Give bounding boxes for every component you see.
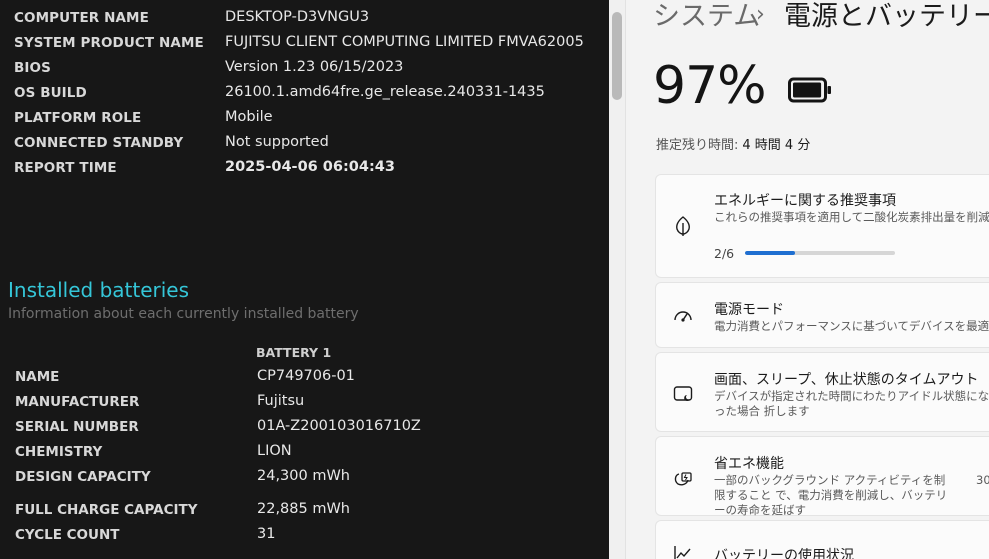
report-key: CONNECTED STANDBY <box>14 135 184 151</box>
gauge-icon <box>674 311 692 322</box>
battery-key: MANUFACTURER <box>15 394 140 410</box>
battery-key: SERIAL NUMBER <box>15 419 139 435</box>
battery-percentage: 97% <box>653 56 767 116</box>
report-key: OS BUILD <box>14 85 87 101</box>
battery-row-serial-number: SERIAL NUMBER 01A-Z200103016710Z <box>0 418 609 444</box>
breadcrumb-current: 電源とバッテリー <box>784 1 989 32</box>
card-title: エネルギーに関する推奨事項 <box>714 193 896 209</box>
card-subtitle: これらの推奨事項を適用して二酸化炭素排出量を削減す <box>714 210 989 224</box>
screen-sleep-timeout-card[interactable]: 画面、スリープ、休止状態のタイムアウト デバイスが指定された時間にわたりアイドル… <box>655 352 989 432</box>
report-value: Mobile <box>225 109 273 125</box>
card-subtitle: 一部のバックグラウンド アクティビティを制限すること で、電力消費を削減し、バッ… <box>714 473 948 517</box>
battery-usage-card[interactable]: バッテリーの使用状況 <box>655 520 989 559</box>
report-key: BIOS <box>14 60 51 76</box>
breadcrumb-parent-system[interactable]: システム <box>653 1 760 32</box>
report-value: 2025-04-06 06:04:43 <box>225 159 395 175</box>
battery-row-name: NAME CP749706-01 <box>0 368 609 394</box>
report-value: DESKTOP-D3VNGU3 <box>225 9 370 25</box>
report-value: FUJITSU CLIENT COMPUTING LIMITED FMVA620… <box>225 34 584 50</box>
report-row-system-product-name: SYSTEM PRODUCT NAME FUJITSU CLIENT COMPU… <box>0 34 609 60</box>
battery-row-manufacturer: MANUFACTURER Fujitsu <box>0 393 609 419</box>
energy-saver-threshold: 30 <box>976 473 989 487</box>
report-scrollbar[interactable] <box>609 0 626 559</box>
battery-key: NAME <box>15 369 60 385</box>
power-mode-card[interactable]: 電源モード 電力消費とパフォーマンスに基づいてデバイスを最適化 <box>655 282 989 348</box>
battery-row-chemistry: CHEMISTRY LION <box>0 443 609 469</box>
battery-row-design-capacity: DESIGN CAPACITY 24,300 mWh <box>0 468 609 494</box>
battery-row-cycle-count: CYCLE COUNT 31 <box>0 526 609 552</box>
battery-value: 22,885 mWh <box>257 501 350 517</box>
report-row-platform-role: PLATFORM ROLE Mobile <box>0 109 609 135</box>
battery-value: 31 <box>257 526 276 542</box>
battery-icon <box>788 77 831 103</box>
battery-key: CHEMISTRY <box>15 444 103 460</box>
breadcrumb-separator: › <box>756 2 765 27</box>
battery-value: 24,300 mWh <box>257 468 350 484</box>
battery-value: CP749706-01 <box>257 368 355 384</box>
card-title: 省エネ機能 <box>714 456 784 472</box>
breadcrumb: システム <box>653 0 760 33</box>
report-row-bios: BIOS Version 1.23 06/15/2023 <box>0 59 609 85</box>
estimated-time-remaining: 推定残り時間: 4 時間 4 分 <box>656 134 810 153</box>
battery-key: DESIGN CAPACITY <box>15 469 151 485</box>
report-row-os-build: OS BUILD 26100.1.amd64fre.ge_release.240… <box>0 84 609 110</box>
progress-fill <box>745 251 795 255</box>
report-value: Not supported <box>225 134 329 150</box>
card-subtitle: デバイスが指定された時間にわたりアイドル状態になった場合 折します <box>714 389 989 418</box>
card-title: 画面、スリープ、休止状態のタイムアウト <box>714 372 979 388</box>
estimate-label: 推定残り時間: <box>656 138 739 153</box>
battery-column-header: BATTERY 1 <box>256 345 332 360</box>
battery-key: CYCLE COUNT <box>15 527 120 543</box>
energy-saver-icon <box>674 472 692 486</box>
card-title: 電源モード <box>714 302 784 318</box>
estimate-value: 4 時間 4 分 <box>742 138 811 153</box>
usage-chart-icon <box>674 546 691 559</box>
battery-report-panel: COMPUTER NAME DESKTOP-D3VNGU3 SYSTEM PRO… <box>0 0 609 559</box>
page-title: 電源とバッテリー <box>784 0 989 33</box>
report-value: Version 1.23 06/15/2023 <box>225 59 404 75</box>
leaf-icon <box>676 216 690 236</box>
battery-row-full-charge-capacity: FULL CHARGE CAPACITY 22,885 mWh <box>0 501 609 527</box>
energy-saver-card[interactable]: 省エネ機能 一部のバックグラウンド アクティビティを制限すること で、電力消費を… <box>655 436 989 517</box>
report-row-report-time: REPORT TIME 2025-04-06 06:04:43 <box>0 159 609 185</box>
battery-value: LION <box>257 443 292 459</box>
battery-value: Fujitsu <box>257 393 305 409</box>
battery-value: 01A-Z200103016710Z <box>257 418 421 434</box>
report-key: REPORT TIME <box>14 160 117 176</box>
scrollbar-thumb[interactable] <box>612 12 622 100</box>
card-subtitle: 電力消費とパフォーマンスに基づいてデバイスを最適化 <box>714 319 989 333</box>
report-key: COMPUTER NAME <box>14 10 149 26</box>
report-key: SYSTEM PRODUCT NAME <box>14 35 204 51</box>
installed-batteries-subtitle: Information about each currently install… <box>8 306 359 322</box>
settings-panel: システム › 電源とバッテリー 97% 推定残り時間: 4 時間 4 分 エネルギ… <box>627 0 989 559</box>
recommendations-progress-label: 2/6 <box>714 246 735 261</box>
screen-sleep-icon <box>673 386 693 401</box>
report-row-connected-standby: CONNECTED STANDBY Not supported <box>0 134 609 160</box>
card-title: バッテリーの使用状況 <box>714 548 854 559</box>
energy-recommendations-card[interactable]: エネルギーに関する推奨事項 これらの推奨事項を適用して二酸化炭素排出量を削減す … <box>655 174 989 278</box>
recommendations-progress-bar <box>745 251 895 255</box>
report-row-computer-name: COMPUTER NAME DESKTOP-D3VNGU3 <box>0 9 609 35</box>
installed-batteries-heading: Installed batteries <box>8 278 190 302</box>
report-value: 26100.1.amd64fre.ge_release.240331-1435 <box>225 84 545 100</box>
battery-key: FULL CHARGE CAPACITY <box>15 502 198 518</box>
report-key: PLATFORM ROLE <box>14 110 142 126</box>
